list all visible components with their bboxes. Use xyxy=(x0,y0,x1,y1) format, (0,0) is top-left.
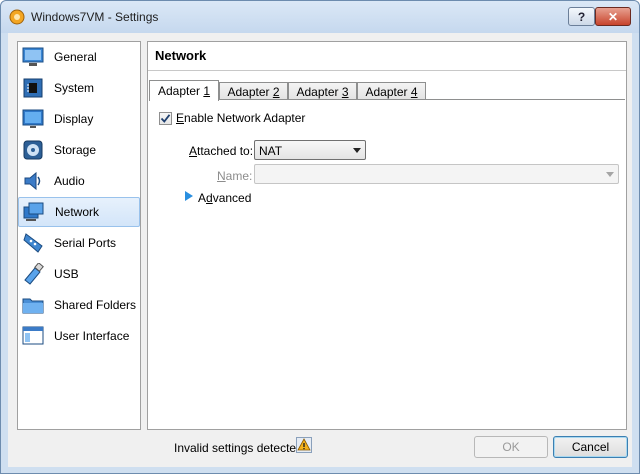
advanced-toggle-label[interactable]: Advanced xyxy=(198,191,251,205)
sidebar-item-label: Serial Ports xyxy=(54,236,117,250)
label-key: N xyxy=(217,169,226,183)
ok-button[interactable]: OK xyxy=(474,436,548,458)
sidebar-item-storage[interactable]: Storage xyxy=(18,135,140,165)
tab-label-prefix: Adapter xyxy=(296,84,342,99)
panel-header: Network xyxy=(148,42,626,71)
label-prefix: A xyxy=(198,191,207,205)
sidebar-item-label: Audio xyxy=(54,174,85,188)
shared-folders-icon xyxy=(22,294,44,316)
usb-icon xyxy=(22,263,44,285)
virtualbox-icon xyxy=(9,9,25,25)
label-rest: ttached to: xyxy=(197,144,254,158)
help-button[interactable]: ? xyxy=(568,7,595,26)
label-rest: ame: xyxy=(225,169,253,183)
sidebar-item-system[interactable]: System xyxy=(18,73,140,103)
attached-to-value: NAT xyxy=(259,144,283,158)
attached-to-label: Attached to: xyxy=(189,144,253,158)
tab-label-key: 4 xyxy=(410,84,418,99)
sidebar-item-usb[interactable]: USB xyxy=(18,259,140,289)
attached-to-select[interactable]: NAT xyxy=(254,140,366,160)
label-rest: vanced xyxy=(212,191,252,205)
close-button[interactable]: ✕ xyxy=(595,7,631,26)
tab-adapter-1[interactable]: Adapter 1 xyxy=(149,80,219,101)
chevron-down-icon xyxy=(606,172,614,177)
label-key: A xyxy=(189,144,198,158)
sidebar-item-user-interface[interactable]: User Interface xyxy=(18,321,140,351)
sidebar-item-serial-ports[interactable]: Serial Ports xyxy=(18,228,140,258)
name-select[interactable] xyxy=(254,164,619,184)
expand-arrow-icon[interactable] xyxy=(185,191,193,201)
general-icon xyxy=(22,46,44,68)
chevron-down-icon xyxy=(353,148,361,153)
settings-panel: Network Adapter 1 Adapter 2 Adapter 3 Ad… xyxy=(147,41,627,430)
tab-label-key: 3 xyxy=(341,84,349,99)
tab-adapter-3[interactable]: Adapter 3 xyxy=(288,82,357,100)
tab-label: Adapter 3 xyxy=(296,85,348,99)
dialog-client: General System Display Storage Audio Net… xyxy=(8,33,632,467)
title-bar[interactable]: Windows7VM - Settings ? ✕ xyxy=(1,1,639,33)
warning-icon[interactable] xyxy=(296,437,312,453)
name-label: Name: xyxy=(217,169,252,183)
sidebar-item-label: System xyxy=(54,81,95,95)
enable-network-adapter-checkbox[interactable] xyxy=(159,112,172,125)
sidebar-item-audio[interactable]: Audio xyxy=(18,166,140,196)
sidebar-item-label: Network xyxy=(55,205,100,219)
sidebar-item-display[interactable]: Display xyxy=(18,104,140,134)
tab-label: Adapter 1 xyxy=(158,84,210,98)
status-message: Invalid settings detected xyxy=(174,441,303,455)
serial-ports-icon xyxy=(22,232,44,254)
tab-adapter-2[interactable]: Adapter 2 xyxy=(219,82,288,100)
sidebar-item-label: General xyxy=(54,50,97,64)
storage-icon xyxy=(22,139,44,161)
user-interface-icon xyxy=(22,325,44,347)
sidebar-item-label: USB xyxy=(54,267,79,281)
network-icon xyxy=(23,201,45,223)
tab-adapter-4[interactable]: Adapter 4 xyxy=(357,82,426,100)
adapter-settings: Enable Network Adapter Attached to: NAT … xyxy=(149,99,625,429)
page-title: Network xyxy=(155,48,207,63)
tab-label-prefix: Adapter xyxy=(157,84,204,98)
label-rest: nable Network Adapter xyxy=(184,111,306,125)
settings-window: Windows7VM - Settings ? ✕ General System xyxy=(0,0,640,474)
sidebar-item-label: User Interface xyxy=(54,329,130,343)
tab-label-prefix: Adapter xyxy=(365,84,411,99)
tab-label: Adapter 2 xyxy=(227,85,279,99)
audio-icon xyxy=(22,170,44,192)
sidebar-item-general[interactable]: General xyxy=(18,42,140,72)
tab-label-prefix: Adapter xyxy=(227,84,273,99)
label-key: E xyxy=(176,111,185,125)
tab-label: Adapter 4 xyxy=(365,85,417,99)
sidebar-item-shared-folders[interactable]: Shared Folders xyxy=(18,290,140,320)
sidebar-item-label: Shared Folders xyxy=(54,298,137,312)
sidebar-item-label: Storage xyxy=(54,143,97,157)
checkmark-icon xyxy=(160,114,171,123)
tab-label-key: 1 xyxy=(203,84,211,98)
cancel-button[interactable]: Cancel xyxy=(553,436,628,458)
label-key: d xyxy=(206,191,213,205)
sidebar-item-label: Display xyxy=(54,112,94,126)
tab-label-key: 2 xyxy=(272,84,280,99)
window-title: Windows7VM - Settings xyxy=(31,10,159,24)
enable-network-adapter-label[interactable]: Enable Network Adapter xyxy=(176,111,305,125)
sidebar-item-network[interactable]: Network xyxy=(18,197,140,227)
system-icon xyxy=(22,77,44,99)
settings-sidebar: General System Display Storage Audio Net… xyxy=(17,41,141,430)
display-icon xyxy=(22,108,44,130)
